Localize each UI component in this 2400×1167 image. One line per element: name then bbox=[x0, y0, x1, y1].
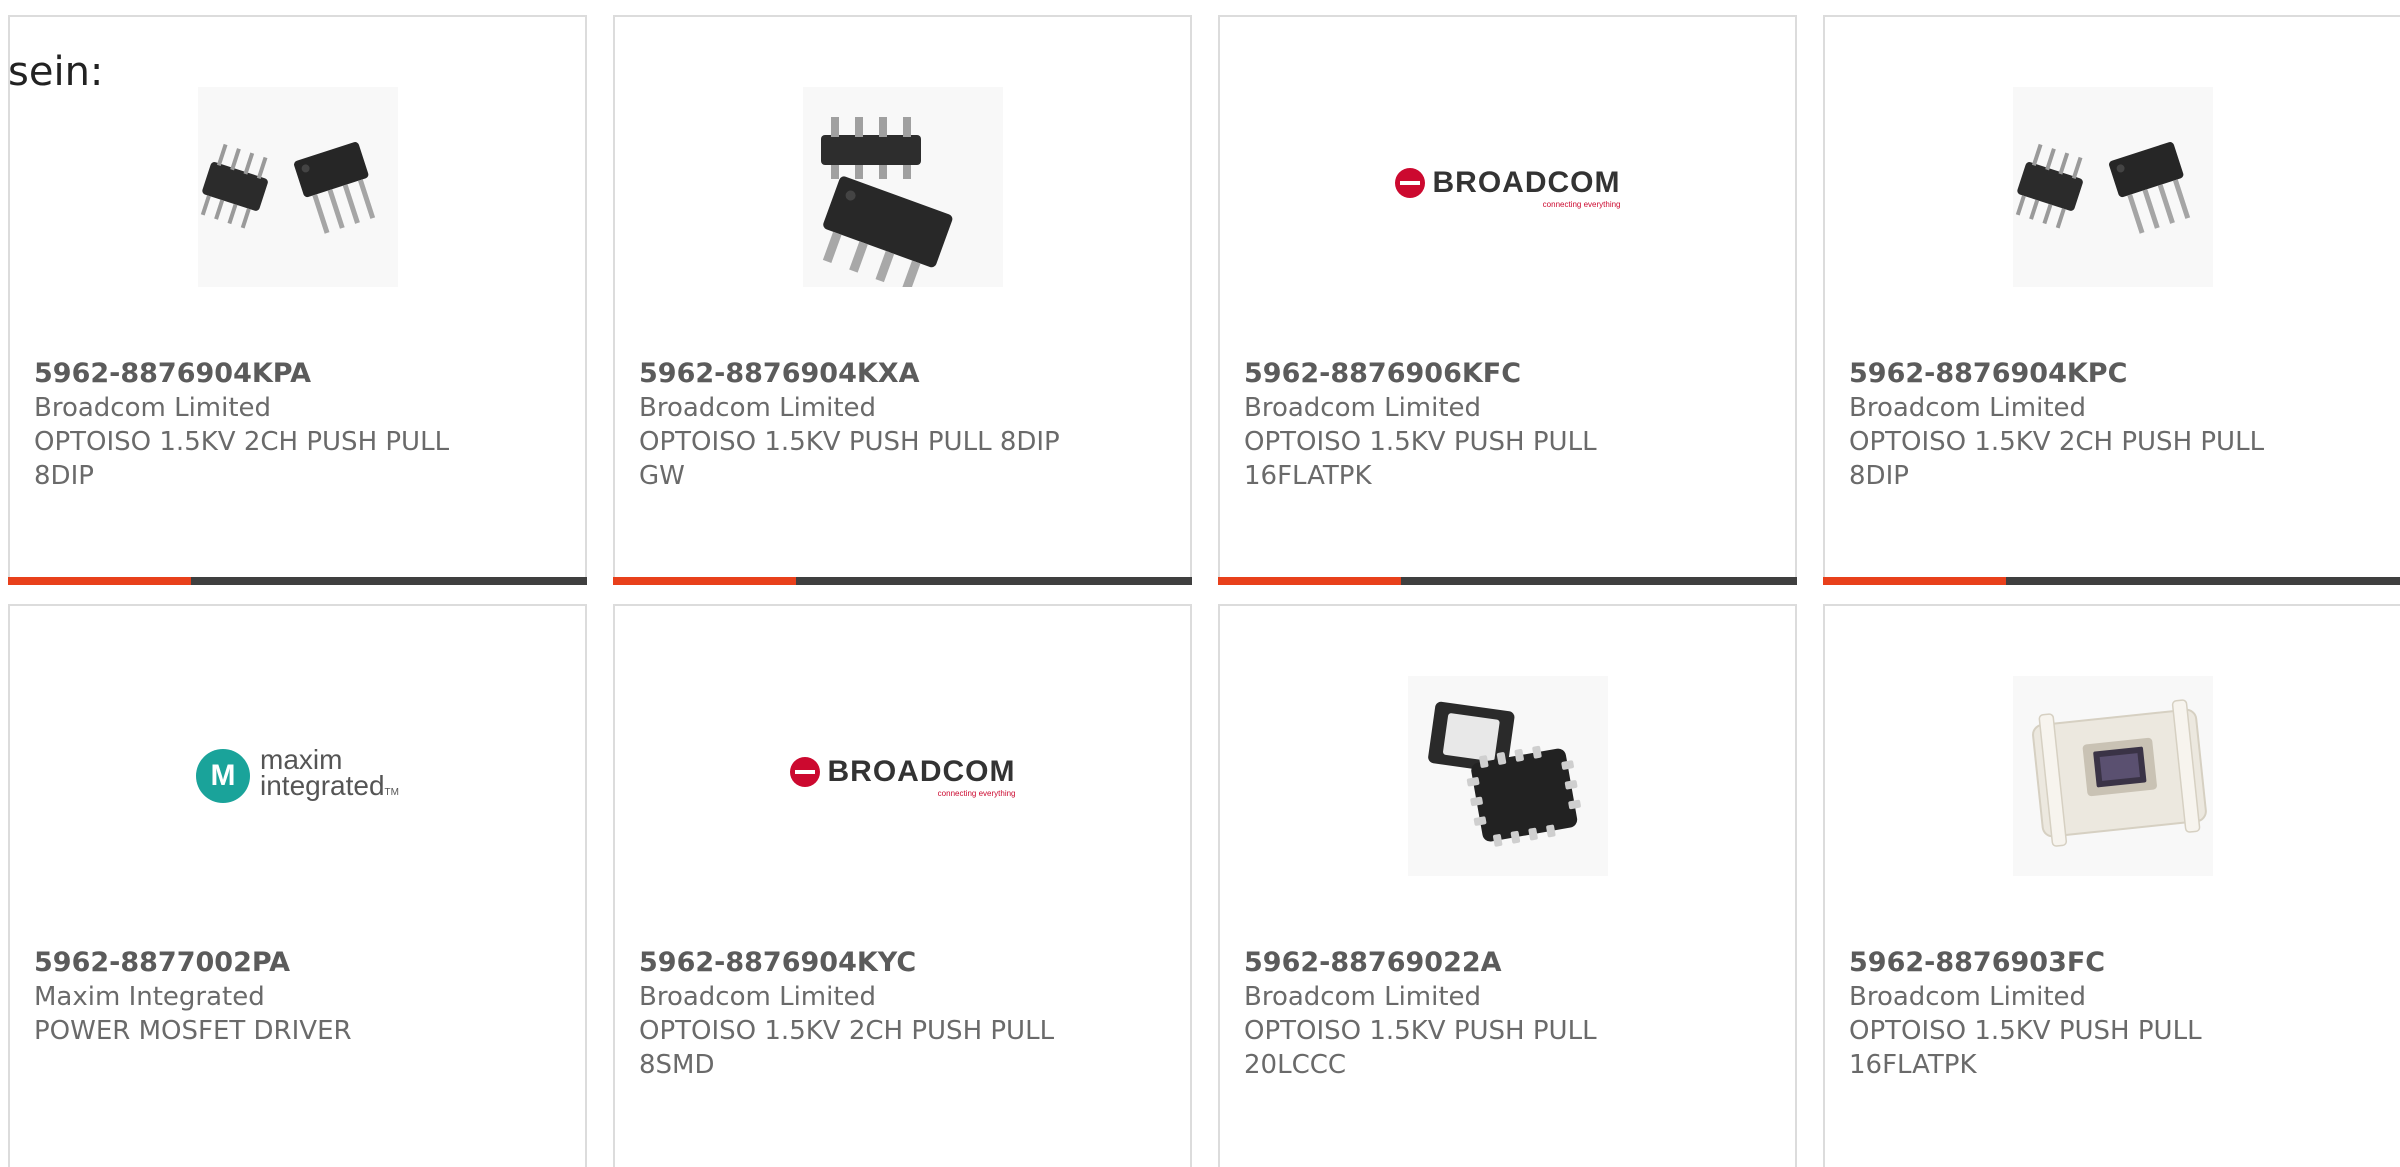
description-line2: 20LCCC bbox=[1244, 1050, 1347, 1080]
broadcom-mark-icon bbox=[1394, 167, 1425, 198]
description-line2: 8SMD bbox=[639, 1050, 715, 1080]
broadcom-tagline: connecting everything bbox=[937, 788, 1016, 798]
broadcom-wordmark: BROADCOM bbox=[1432, 165, 1621, 199]
product-info: 5962-88769022A Broadcom Limited OPTOISO … bbox=[1244, 946, 1684, 1082]
maxim-logo: M maxim integratedTM bbox=[196, 745, 399, 806]
product-image[interactable] bbox=[1220, 676, 1795, 876]
description-line2: 8DIP bbox=[34, 461, 94, 491]
manufacturer: Broadcom Limited bbox=[1244, 982, 1482, 1012]
product-card[interactable]: M maxim integratedTM 5962-8877002PA Maxi… bbox=[8, 604, 587, 1167]
broadcom-mark-icon bbox=[789, 756, 820, 787]
part-number-link[interactable]: 5962-8876903FC bbox=[1849, 946, 2289, 980]
dip-package-photo-icon bbox=[197, 87, 398, 287]
manufacturer: Broadcom Limited bbox=[639, 982, 877, 1012]
description-line1: OPTOISO 1.5KV PUSH PULL bbox=[1244, 1016, 1597, 1046]
broadcom-tagline: connecting everything bbox=[1542, 199, 1621, 209]
product-card[interactable]: 5962-8876903FC Broadcom Limited OPTOISO … bbox=[1823, 604, 2400, 1167]
product-info: 5962-8876906KFC Broadcom Limited OPTOISO… bbox=[1244, 357, 1684, 493]
card-accent-bar bbox=[8, 577, 191, 585]
description-line1: OPTOISO 1.5KV PUSH PULL 8DIP bbox=[639, 427, 1060, 457]
manufacturer: Maxim Integrated bbox=[34, 982, 265, 1012]
description-line1: OPTOISO 1.5KV 2CH PUSH PULL bbox=[34, 427, 450, 457]
maxim-word2: integratedTM bbox=[260, 769, 399, 801]
broadcom-logo: BROADCOM connecting everything bbox=[789, 754, 1016, 798]
manufacturer: Broadcom Limited bbox=[1849, 393, 2087, 423]
product-info: 5962-8876903FC Broadcom Limited OPTOISO … bbox=[1849, 946, 2289, 1082]
description-line1: OPTOISO 1.5KV PUSH PULL bbox=[1849, 1016, 2202, 1046]
manufacturer: Broadcom Limited bbox=[1244, 393, 1482, 423]
product-info: 5962-8876904KPC Broadcom Limited OPTOISO… bbox=[1849, 357, 2289, 493]
description-line2: 16FLATPK bbox=[1244, 461, 1372, 491]
part-number-link[interactable]: 5962-8876904KXA bbox=[639, 357, 1079, 391]
intro-text: sein: bbox=[8, 49, 104, 95]
product-image[interactable] bbox=[1825, 87, 2400, 287]
part-number-link[interactable]: 5962-8876904KPC bbox=[1849, 357, 2289, 391]
flatpack-package-photo-icon bbox=[2012, 676, 2213, 876]
broadcom-logo: BROADCOM connecting everything bbox=[1394, 165, 1621, 209]
maxim-mark-icon: M bbox=[196, 749, 250, 803]
manufacturer: Broadcom Limited bbox=[34, 393, 272, 423]
manufacturer: Broadcom Limited bbox=[1849, 982, 2087, 1012]
description-line2: 16FLATPK bbox=[1849, 1050, 1977, 1080]
product-info: 5962-8877002PA Maxim Integrated POWER MO… bbox=[34, 946, 474, 1048]
card-bottom-bar bbox=[8, 577, 587, 585]
product-image[interactable] bbox=[10, 87, 585, 287]
product-image[interactable]: BROADCOM connecting everything bbox=[615, 676, 1190, 876]
product-image[interactable]: M maxim integratedTM bbox=[10, 676, 585, 876]
product-image[interactable]: BROADCOM connecting everything bbox=[1220, 87, 1795, 287]
product-card[interactable]: 5962-88769022A Broadcom Limited OPTOISO … bbox=[1218, 604, 1797, 1167]
manufacturer: Broadcom Limited bbox=[639, 393, 877, 423]
card-accent-bar bbox=[1218, 577, 1401, 585]
description-line1: OPTOISO 1.5KV 2CH PUSH PULL bbox=[639, 1016, 1055, 1046]
part-number-link[interactable]: 5962-8877002PA bbox=[34, 946, 474, 980]
card-accent-bar bbox=[613, 577, 796, 585]
product-image[interactable] bbox=[1825, 676, 2400, 876]
product-info: 5962-8876904KYC Broadcom Limited OPTOISO… bbox=[639, 946, 1079, 1082]
part-number-link[interactable]: 5962-8876906KFC bbox=[1244, 357, 1684, 391]
product-grid-page: sein: 5962-8876904KPA Broadcom Limited O… bbox=[0, 0, 2400, 1167]
product-info: 5962-8876904KXA Broadcom Limited OPTOISO… bbox=[639, 357, 1079, 493]
product-card[interactable]: 5962-8876904KPC Broadcom Limited OPTOISO… bbox=[1823, 15, 2400, 585]
lccc-package-photo-icon bbox=[1407, 676, 1608, 876]
part-number-link[interactable]: 5962-8876904KPA bbox=[34, 357, 474, 391]
description-line1: OPTOISO 1.5KV 2CH PUSH PULL bbox=[1849, 427, 2265, 457]
product-info: 5962-8876904KPA Broadcom Limited OPTOISO… bbox=[34, 357, 474, 493]
description-line1: OPTOISO 1.5KV PUSH PULL bbox=[1244, 427, 1597, 457]
product-image[interactable] bbox=[615, 87, 1190, 287]
broadcom-wordmark: BROADCOM bbox=[827, 754, 1016, 788]
card-bottom-bar bbox=[1218, 577, 1797, 585]
description-line2: 8DIP bbox=[1849, 461, 1909, 491]
product-grid: 5962-8876904KPA Broadcom Limited OPTOISO… bbox=[8, 15, 2400, 1167]
product-card[interactable]: BROADCOM connecting everything 5962-8876… bbox=[1218, 15, 1797, 585]
product-card[interactable]: 5962-8876904KXA Broadcom Limited OPTOISO… bbox=[613, 15, 1192, 585]
card-accent-bar bbox=[1823, 577, 2006, 585]
description-line1: POWER MOSFET DRIVER bbox=[34, 1016, 352, 1046]
product-card[interactable]: BROADCOM connecting everything 5962-8876… bbox=[613, 604, 1192, 1167]
dip-package-photo-icon bbox=[2012, 87, 2213, 287]
gullwing-package-photo-icon bbox=[802, 87, 1003, 287]
part-number-link[interactable]: 5962-88769022A bbox=[1244, 946, 1684, 980]
description-line2: GW bbox=[639, 461, 685, 491]
card-bottom-bar bbox=[1823, 577, 2400, 585]
card-bottom-bar bbox=[613, 577, 1192, 585]
part-number-link[interactable]: 5962-8876904KYC bbox=[639, 946, 1079, 980]
